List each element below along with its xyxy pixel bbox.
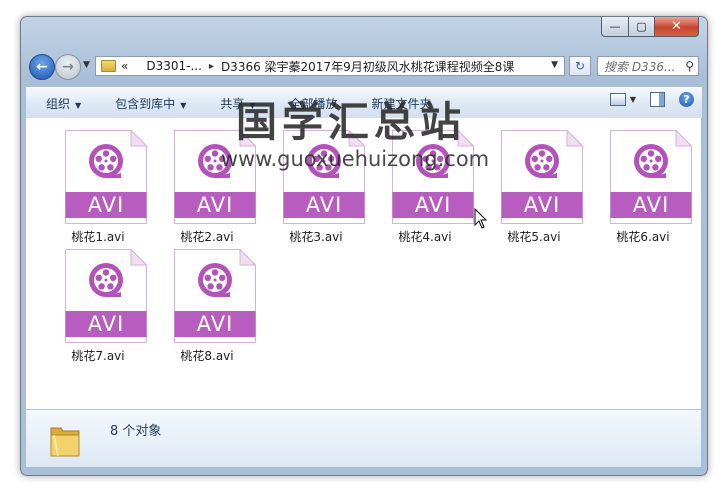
refresh-icon: ↻ bbox=[574, 59, 586, 73]
back-button[interactable]: ← bbox=[29, 54, 55, 80]
breadcrumb-separator-icon[interactable]: ▸ bbox=[209, 61, 214, 72]
recent-pages-dropdown[interactable]: ▼ bbox=[83, 60, 90, 70]
video-reel-icon bbox=[198, 263, 232, 297]
file-item-8[interactable]: AVI 桃花8.avi bbox=[153, 243, 261, 363]
avi-file-icon: AVI bbox=[610, 130, 692, 224]
file-name: 桃花3.avi bbox=[289, 230, 343, 244]
watermark-title: 国学汇总站 bbox=[236, 98, 466, 146]
refresh-button[interactable]: ↻ bbox=[569, 56, 591, 76]
back-arrow-icon: ← bbox=[36, 59, 48, 75]
breadcrumb-item-d3301[interactable]: D3301-... bbox=[146, 59, 202, 73]
file-type-label: AVI bbox=[414, 193, 452, 217]
file-type-label: AVI bbox=[196, 193, 234, 217]
chevron-down-icon: ▼ bbox=[75, 100, 82, 110]
close-button[interactable]: ✕ bbox=[655, 17, 699, 37]
file-item-5[interactable]: AVI 桃花5.avi bbox=[480, 124, 588, 244]
file-type-label: AVI bbox=[632, 193, 670, 217]
mouse-cursor-icon bbox=[474, 208, 488, 229]
item-count-status: 8 个对象 bbox=[110, 424, 162, 439]
toolbar-right-group: ▼ ? bbox=[609, 92, 694, 107]
forward-button[interactable]: → bbox=[55, 54, 81, 80]
toolbar-include-label: 包含到库中 bbox=[115, 96, 176, 111]
address-history-chevron-icon[interactable]: ▼ bbox=[551, 60, 558, 70]
navigation-bar: ← → ▼ « D3301-... ▸ D3366 梁宇蓁2017年9月初级风水… bbox=[29, 52, 699, 82]
video-reel-icon bbox=[89, 144, 123, 178]
address-bar[interactable]: « D3301-... ▸ D3366 梁宇蓁2017年9月初级风水桃花课程视频… bbox=[95, 56, 565, 76]
search-box[interactable]: 搜索 D336... ⚲ bbox=[597, 56, 699, 76]
toolbar-organize-label: 组织 bbox=[46, 96, 71, 111]
change-view-icon[interactable] bbox=[609, 93, 626, 106]
file-name: 桃花4.avi bbox=[398, 230, 452, 244]
folder-icon bbox=[101, 60, 116, 72]
video-reel-icon bbox=[89, 263, 123, 297]
explorer-window: — ▢ ✕ ← → ▼ « D3301-... ▸ D3366 梁宇蓁2017年… bbox=[20, 16, 708, 476]
toolbar-include-in-library[interactable]: 包含到库中 ▼ bbox=[95, 95, 200, 112]
view-options-chevron-icon[interactable]: ▼ bbox=[630, 95, 636, 104]
file-type-label: AVI bbox=[87, 312, 125, 336]
file-item-6[interactable]: AVI 桃花6.avi bbox=[589, 124, 697, 244]
breadcrumb-item-current[interactable]: D3366 梁宇蓁2017年9月初级风水桃花课程视频全8课 bbox=[221, 58, 514, 75]
avi-file-icon: AVI bbox=[501, 130, 583, 224]
file-name: 桃花7.avi bbox=[71, 349, 125, 363]
video-reel-icon bbox=[634, 144, 668, 178]
maximize-button[interactable]: ▢ bbox=[629, 17, 655, 37]
file-name: 桃花6.avi bbox=[616, 230, 670, 244]
preview-pane-icon[interactable] bbox=[650, 92, 665, 107]
chevron-down-icon: ▼ bbox=[180, 100, 187, 110]
avi-file-icon: AVI bbox=[65, 249, 147, 343]
help-icon[interactable]: ? bbox=[679, 92, 694, 107]
address-overflow[interactable]: « bbox=[121, 59, 128, 73]
file-item-1[interactable]: AVI 桃花1.avi bbox=[44, 124, 152, 244]
video-reel-icon bbox=[525, 144, 559, 178]
file-item-7[interactable]: AVI 桃花7.avi bbox=[44, 243, 152, 363]
folder-icon bbox=[50, 427, 80, 457]
avi-file-icon: AVI bbox=[174, 249, 256, 343]
search-icon[interactable]: ⚲ bbox=[685, 59, 694, 73]
forward-arrow-icon: → bbox=[62, 59, 74, 75]
caption-buttons: — ▢ ✕ bbox=[601, 17, 699, 37]
watermark-url: www.guoxuehuizong.com bbox=[220, 147, 490, 171]
file-type-label: AVI bbox=[87, 193, 125, 217]
avi-file-icon: AVI bbox=[65, 130, 147, 224]
file-type-label: AVI bbox=[196, 312, 234, 336]
file-name: 桃花5.avi bbox=[507, 230, 561, 244]
minimize-button[interactable]: — bbox=[601, 17, 629, 37]
details-pane: 8 个对象 bbox=[26, 409, 701, 467]
search-input[interactable]: 搜索 D336... bbox=[604, 58, 675, 75]
file-type-label: AVI bbox=[523, 193, 561, 217]
toolbar-organize[interactable]: 组织 ▼ bbox=[26, 95, 95, 112]
file-name: 桃花8.avi bbox=[180, 349, 234, 363]
file-type-label: AVI bbox=[305, 193, 343, 217]
